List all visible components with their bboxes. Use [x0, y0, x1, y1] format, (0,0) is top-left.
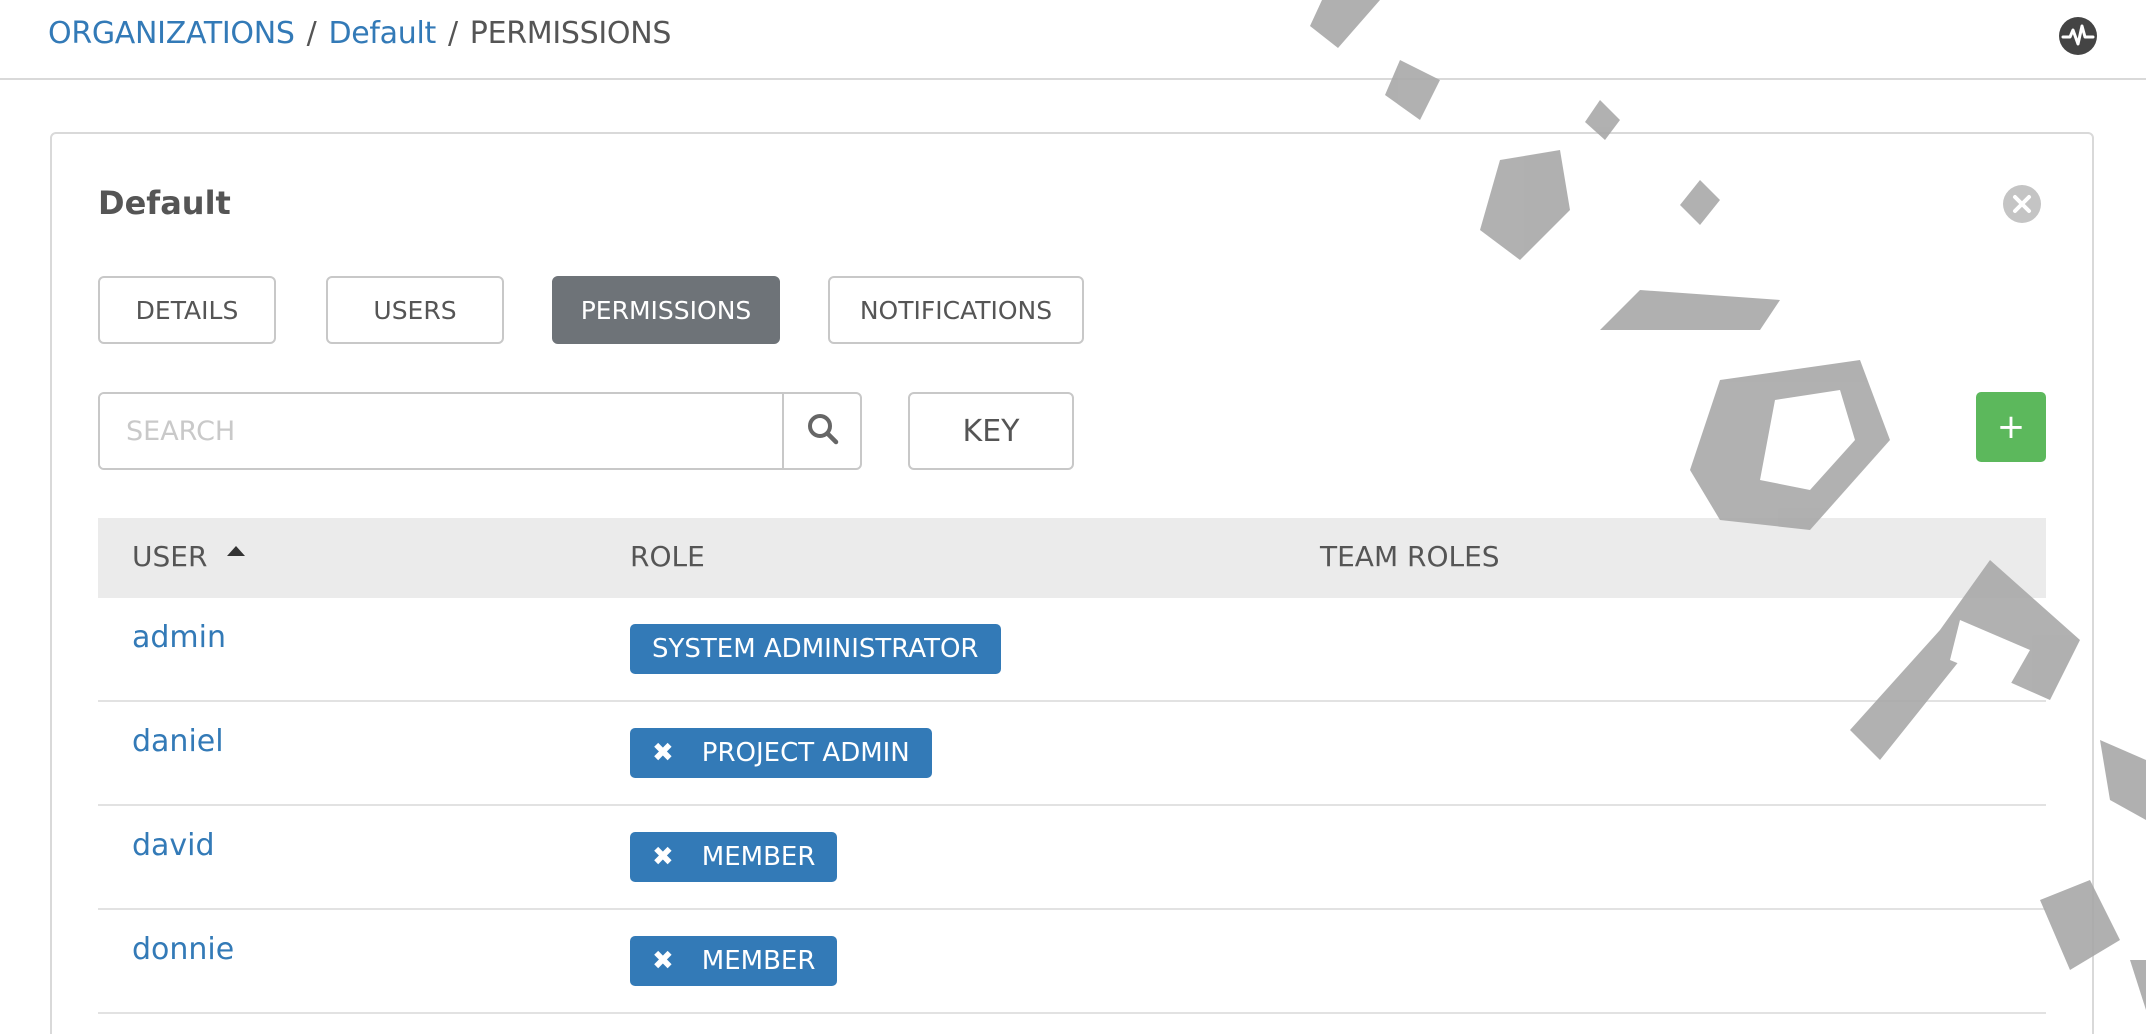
key-button[interactable]: KEY	[908, 392, 1074, 470]
organization-panel: Default DETAILS USERS PERMISSIONS NOTIFI…	[50, 132, 2094, 1034]
breadcrumb-org-default[interactable]: Default	[328, 16, 436, 51]
tab-details[interactable]: DETAILS	[98, 276, 276, 344]
user-link[interactable]: admin	[132, 620, 226, 655]
remove-x-icon[interactable]: ✖	[652, 842, 674, 872]
table-row: donnie ✖ MEMBER	[98, 910, 2046, 1014]
role-label: MEMBER	[701, 842, 816, 872]
tab-users[interactable]: USERS	[326, 276, 504, 344]
close-icon[interactable]	[2002, 184, 2042, 224]
role-badge: ✖ MEMBER	[630, 936, 838, 986]
search-button[interactable]	[782, 394, 860, 468]
sort-ascending-icon	[227, 546, 246, 556]
role-label: MEMBER	[701, 946, 816, 976]
table-row: daniel ✖ PROJECT ADMIN	[98, 702, 2046, 806]
role-badge: ✖ PROJECT ADMIN	[630, 728, 932, 778]
user-link[interactable]: daniel	[132, 724, 224, 759]
search-box	[98, 392, 862, 470]
column-header-team-roles: TEAM ROLES	[1320, 540, 1500, 573]
column-header-role: ROLE	[630, 540, 705, 573]
breadcrumb-separator: /	[306, 16, 317, 51]
top-bar: ORGANIZATIONS / Default / PERMISSIONS	[0, 0, 2146, 80]
role-label: SYSTEM ADMINISTRATOR	[652, 634, 979, 664]
search-icon	[806, 412, 840, 450]
role-label: PROJECT ADMIN	[701, 738, 910, 768]
breadcrumb-current: PERMISSIONS	[469, 16, 672, 51]
remove-x-icon[interactable]: ✖	[652, 946, 674, 976]
tab-notifications[interactable]: NOTIFICATIONS	[828, 276, 1084, 344]
table-header: USER ROLE TEAM ROLES	[98, 518, 2046, 598]
breadcrumb-organizations[interactable]: ORGANIZATIONS	[48, 16, 295, 51]
breadcrumb: ORGANIZATIONS / Default / PERMISSIONS	[48, 16, 671, 51]
tab-permissions[interactable]: PERMISSIONS	[552, 276, 780, 344]
role-badge: SYSTEM ADMINISTRATOR	[630, 624, 1001, 674]
panel-title: Default	[98, 184, 231, 222]
user-link[interactable]: donnie	[132, 932, 234, 967]
role-badge: ✖ MEMBER	[630, 832, 838, 882]
search-input[interactable]	[100, 394, 780, 468]
add-permission-button[interactable]: +	[1976, 392, 2046, 462]
table-row: admin SYSTEM ADMINISTRATOR	[98, 598, 2046, 702]
activity-stream-icon[interactable]	[2058, 16, 2098, 56]
table-row: david ✖ MEMBER	[98, 806, 2046, 910]
column-header-user[interactable]: USER	[132, 540, 246, 573]
breadcrumb-separator: /	[447, 16, 458, 51]
remove-x-icon[interactable]: ✖	[652, 738, 674, 768]
user-link[interactable]: david	[132, 828, 215, 863]
